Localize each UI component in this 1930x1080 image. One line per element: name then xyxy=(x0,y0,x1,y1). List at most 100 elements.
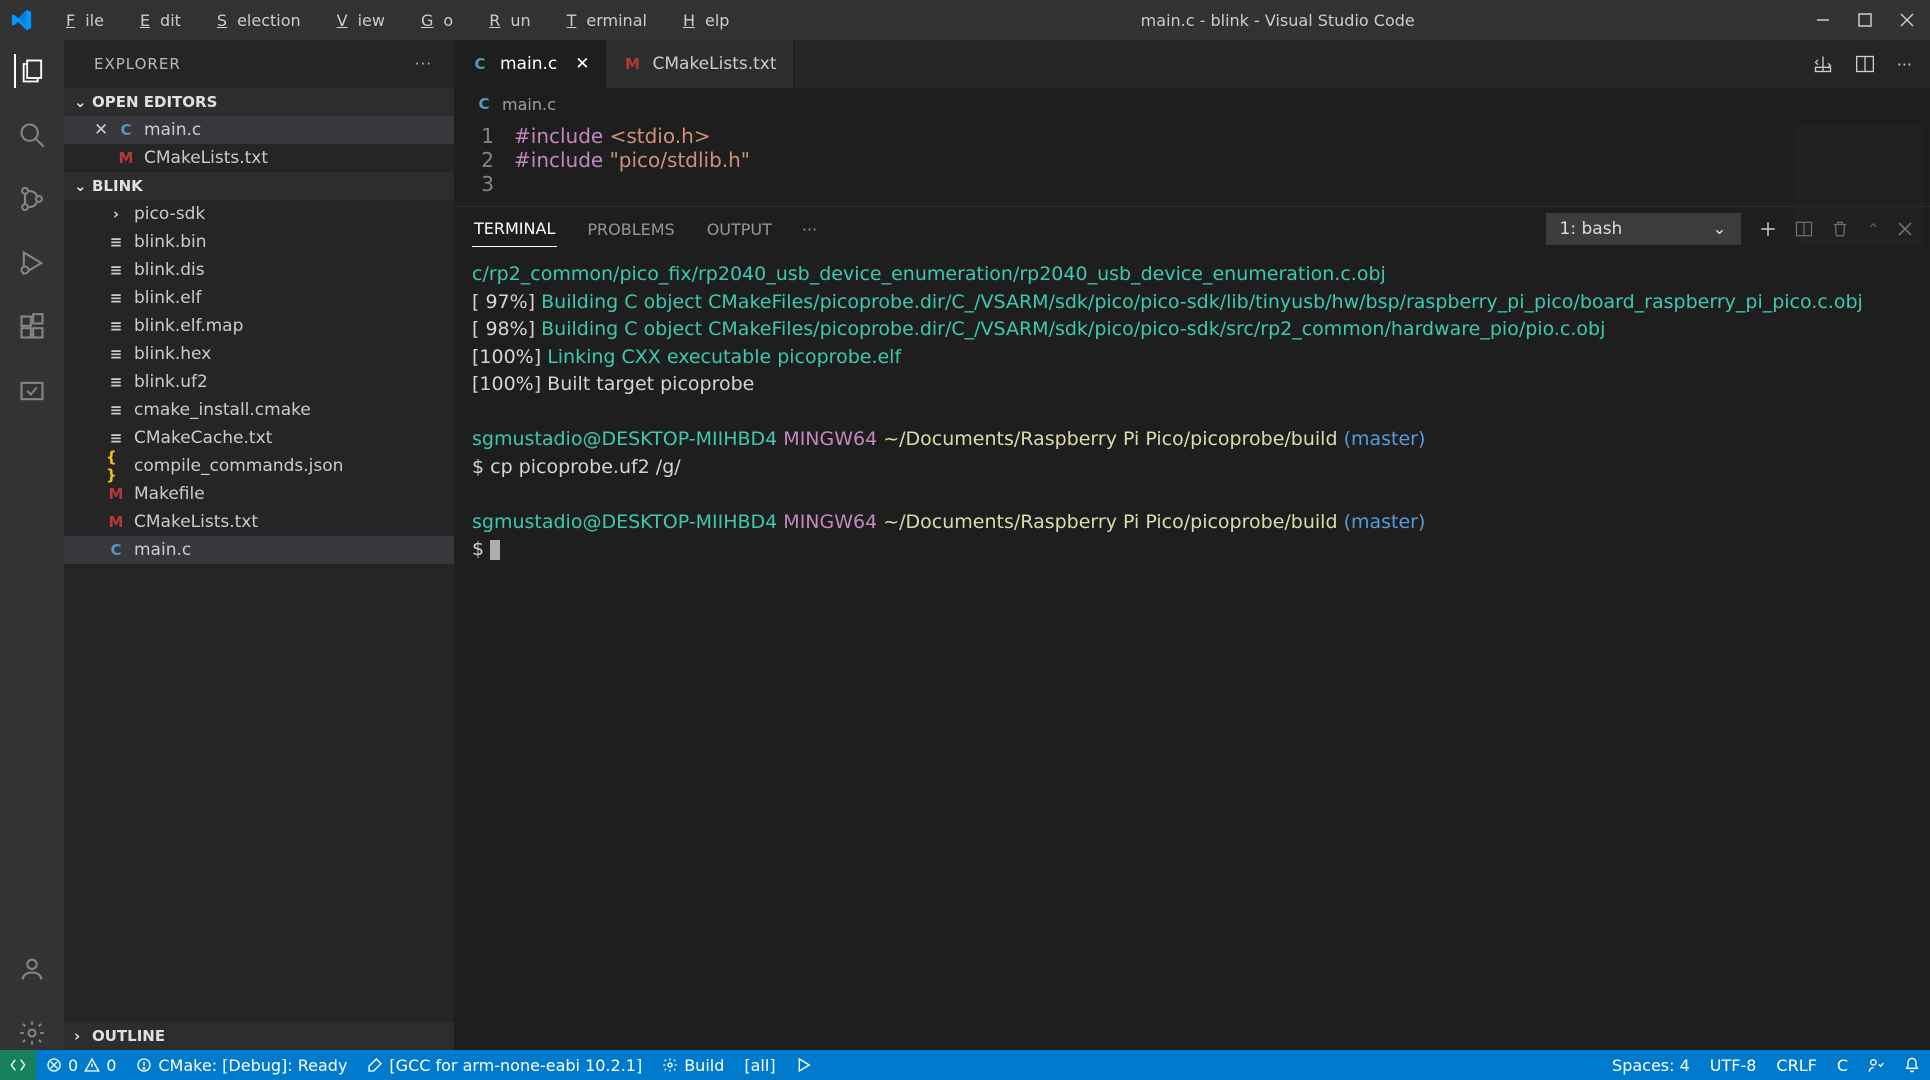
terminal-line: c/rp2_common/pico_fix/rp2040_usb_device_… xyxy=(472,261,1912,289)
file-name: blink.elf.map xyxy=(134,316,243,336)
window-controls xyxy=(1816,13,1914,27)
menu-file[interactable]: File xyxy=(46,8,114,33)
eol-label: CRLF xyxy=(1776,1056,1816,1075)
menu-view[interactable]: View xyxy=(317,8,395,33)
remote-button[interactable] xyxy=(0,1050,36,1080)
file-tree-item[interactable]: ›pico-sdk xyxy=(64,200,454,228)
terminal-line: sgmustadio@DESKTOP-MIIHBD4 MINGW64 ~/Doc… xyxy=(472,426,1912,454)
open-editor-item[interactable]: ✕Cmain.c xyxy=(64,116,454,144)
generic-file-icon: ≡ xyxy=(106,372,126,392)
new-terminal-icon[interactable] xyxy=(1759,220,1777,238)
explorer-icon[interactable] xyxy=(14,54,48,88)
close-icon[interactable] xyxy=(1900,13,1914,27)
panel-more-icon[interactable]: ··· xyxy=(802,220,817,239)
sidebar: EXPLORER ··· ⌄ OPEN EDITORS ✕Cmain.cMCMa… xyxy=(64,40,454,1050)
line-number: 3 xyxy=(454,172,514,196)
file-tree-item[interactable]: ≡blink.dis xyxy=(64,256,454,284)
minimap[interactable] xyxy=(1794,126,1924,246)
file-tree-item[interactable]: { }compile_commands.json xyxy=(64,452,454,480)
terminal-selector[interactable]: 1: bash ⌄ xyxy=(1546,213,1741,245)
menu-help[interactable]: Help xyxy=(663,8,739,33)
menu-terminal[interactable]: Terminal xyxy=(547,8,657,33)
file-tree-item[interactable]: MMakefile xyxy=(64,480,454,508)
editor-tabs: Cmain.c✕MCMakeLists.txt ··· xyxy=(454,40,1930,88)
file-tree-item[interactable]: Cmain.c xyxy=(64,536,454,564)
settings-gear-icon[interactable] xyxy=(15,1016,49,1050)
folder-header[interactable]: ⌄ BLINK xyxy=(64,172,454,200)
file-tree-item[interactable]: ≡cmake_install.cmake xyxy=(64,396,454,424)
menu-selection[interactable]: Selection xyxy=(197,8,311,33)
notifications-icon[interactable] xyxy=(1894,1057,1930,1073)
file-tree-item[interactable]: ≡blink.hex xyxy=(64,340,454,368)
terminal[interactable]: c/rp2_common/pico_fix/rp2040_usb_device_… xyxy=(454,251,1930,1050)
file-tree-item[interactable]: ≡blink.elf xyxy=(64,284,454,312)
terminal-cursor xyxy=(490,540,500,560)
menu-go[interactable]: Go xyxy=(401,8,463,33)
more-icon[interactable]: ··· xyxy=(1897,55,1912,74)
feedback-icon[interactable] xyxy=(1858,1057,1894,1073)
spaces-label: Spaces: 4 xyxy=(1612,1056,1690,1075)
terminal-line: sgmustadio@DESKTOP-MIIHBD4 MINGW64 ~/Doc… xyxy=(472,509,1912,537)
problems-button[interactable]: 0 0 xyxy=(36,1056,126,1075)
accounts-icon[interactable] xyxy=(15,952,49,986)
compare-icon[interactable] xyxy=(1813,54,1833,74)
file-name: CMakeCache.txt xyxy=(134,428,272,448)
window-title: main.c - blink - Visual Studio Code xyxy=(739,11,1816,30)
cmake-status-button[interactable]: CMake: [Debug]: Ready xyxy=(126,1056,357,1075)
code-line[interactable]: #include <stdio.h> xyxy=(514,124,711,148)
outline-header[interactable]: › OUTLINE xyxy=(64,1022,454,1050)
extensions-icon[interactable] xyxy=(15,310,49,344)
generic-file-icon: ≡ xyxy=(106,260,126,280)
encoding-button[interactable]: UTF-8 xyxy=(1700,1056,1767,1075)
build-target-button[interactable]: [all] xyxy=(734,1056,785,1075)
terminal-selector-label: 1: bash xyxy=(1560,219,1623,239)
maximize-icon[interactable] xyxy=(1858,13,1872,27)
code-line[interactable]: #include "pico/stdlib.h" xyxy=(514,148,750,172)
file-tree-item[interactable]: ≡blink.bin xyxy=(64,228,454,256)
chevron-down-icon: ⌄ xyxy=(74,177,86,195)
tab-label: main.c xyxy=(500,54,557,74)
editor-tab[interactable]: MCMakeLists.txt xyxy=(606,40,793,88)
file-tree-item[interactable]: ≡blink.uf2 xyxy=(64,368,454,396)
open-editor-item[interactable]: MCMakeLists.txt xyxy=(64,144,454,172)
sidebar-more-icon[interactable]: ··· xyxy=(415,55,432,73)
error-count: 0 xyxy=(68,1056,78,1075)
split-editor-icon[interactable] xyxy=(1855,54,1875,74)
search-icon[interactable] xyxy=(15,118,49,152)
panel-tab-output[interactable]: OUTPUT xyxy=(705,212,774,247)
m-file-icon: M xyxy=(116,148,136,168)
minimize-icon[interactable] xyxy=(1816,13,1830,27)
m-file-icon: M xyxy=(106,484,126,504)
chevron-right-icon: › xyxy=(106,204,126,224)
panel-tab-problems[interactable]: PROBLEMS xyxy=(585,212,676,247)
c-file-icon: C xyxy=(106,540,126,560)
eol-button[interactable]: CRLF xyxy=(1766,1056,1826,1075)
panel-tabs: TERMINALPROBLEMSOUTPUT ··· 1: bash ⌄ ⌃ xyxy=(454,207,1930,251)
run-debug-icon[interactable] xyxy=(15,246,49,280)
menu-edit[interactable]: Edit xyxy=(120,8,191,33)
tab-label: CMakeLists.txt xyxy=(652,54,776,74)
folder-name: BLINK xyxy=(92,177,143,195)
file-tree-item[interactable]: MCMakeLists.txt xyxy=(64,508,454,536)
editor[interactable]: 1#include <stdio.h>2#include "pico/stdli… xyxy=(454,120,1930,206)
panel-tab-terminal[interactable]: TERMINAL xyxy=(472,211,557,247)
language-button[interactable]: C xyxy=(1827,1056,1858,1075)
close-icon[interactable]: ✕ xyxy=(94,120,108,140)
build-button[interactable]: Build xyxy=(652,1056,734,1075)
launch-button[interactable] xyxy=(786,1057,822,1073)
menu-run[interactable]: Run xyxy=(469,8,540,33)
editor-tab[interactable]: Cmain.c✕ xyxy=(454,40,606,88)
kit-button[interactable]: [GCC for arm-none-eabi 10.2.1] xyxy=(357,1056,652,1075)
terminal-line: [100%] Linking CXX executable picoprobe.… xyxy=(472,344,1912,372)
file-name: blink.bin xyxy=(134,232,207,252)
file-tree-item[interactable]: ≡blink.elf.map xyxy=(64,312,454,340)
cmake-icon[interactable] xyxy=(15,374,49,408)
terminal-line xyxy=(472,399,1912,427)
open-editors-header[interactable]: ⌄ OPEN EDITORS xyxy=(64,88,454,116)
spaces-button[interactable]: Spaces: 4 xyxy=(1602,1056,1700,1075)
breadcrumb[interactable]: C main.c xyxy=(454,88,1930,120)
source-control-icon[interactable] xyxy=(15,182,49,216)
vscode-logo-icon xyxy=(10,9,32,31)
terminal-line: $ xyxy=(472,536,1912,564)
close-icon[interactable]: ✕ xyxy=(575,54,589,74)
